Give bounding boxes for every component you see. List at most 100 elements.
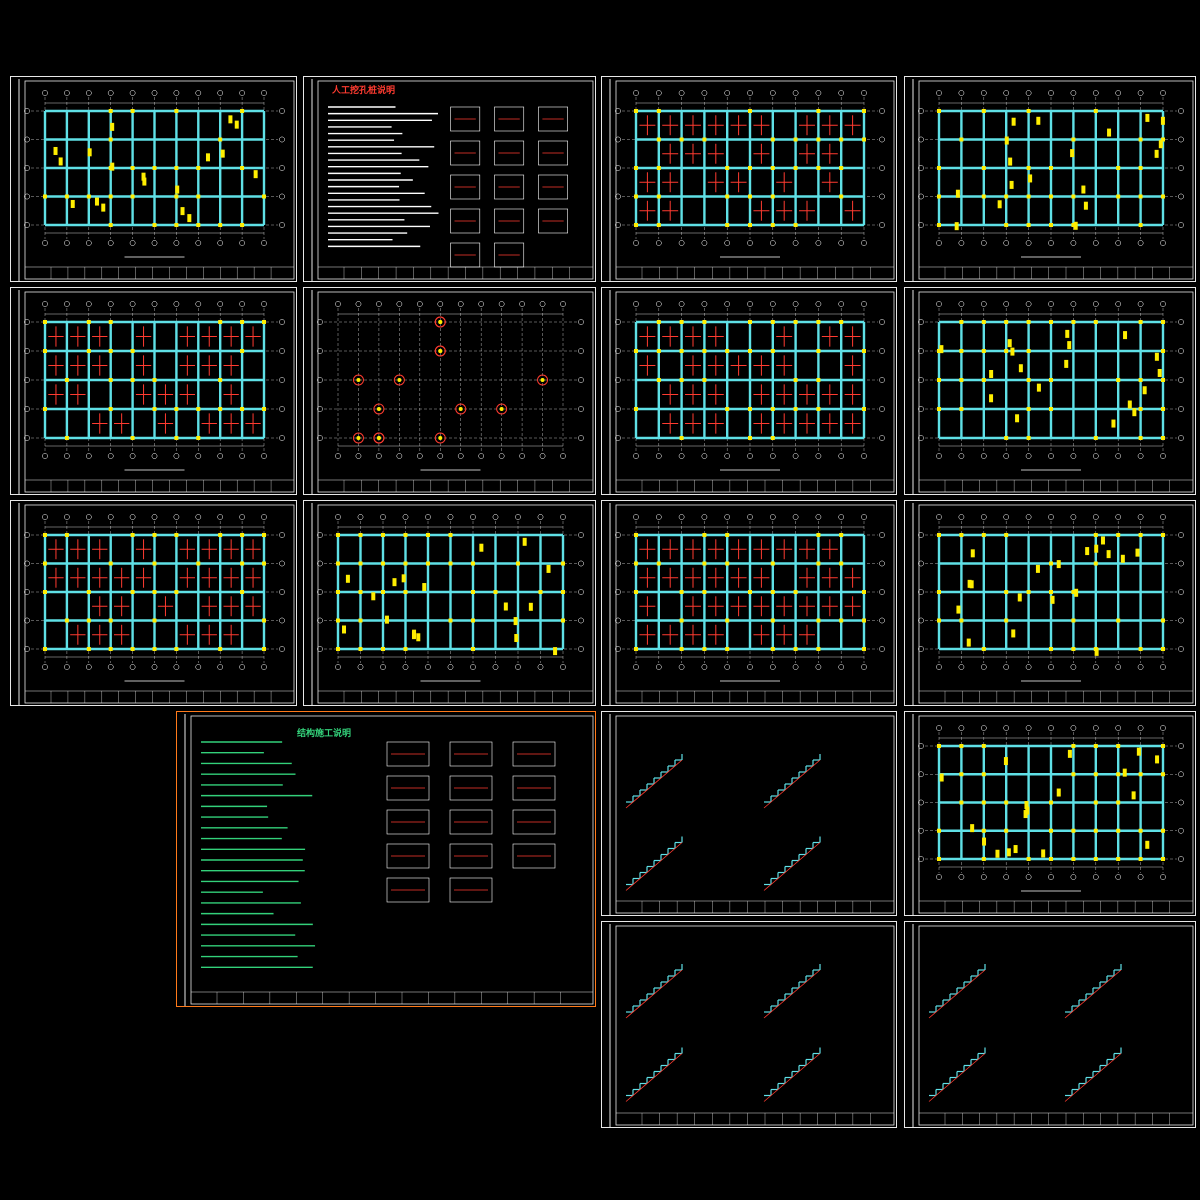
sheet-general-notes[interactable]: 结构施工说明 bbox=[176, 711, 596, 1007]
column-marker-icon bbox=[981, 647, 986, 651]
column-marker-icon bbox=[448, 533, 453, 537]
axis-bubble-icon bbox=[279, 377, 285, 383]
beam-tag bbox=[997, 200, 1002, 209]
column-marker-icon bbox=[725, 223, 730, 227]
axis-bubble-icon bbox=[1178, 136, 1184, 143]
column-marker-icon bbox=[403, 647, 408, 651]
sheet-roof-beam-plan[interactable] bbox=[904, 500, 1196, 706]
sheet-stair-details-1[interactable] bbox=[601, 711, 897, 916]
beam-tag bbox=[503, 602, 508, 611]
axis-bubble-icon bbox=[936, 90, 942, 96]
stair-rebar bbox=[928, 1053, 986, 1102]
column-marker-icon bbox=[1026, 378, 1031, 382]
axis-bubble-icon bbox=[217, 301, 224, 307]
sheet-slab-plan-2[interactable] bbox=[10, 287, 297, 495]
column-marker-icon bbox=[634, 194, 638, 199]
column-marker-icon bbox=[770, 223, 775, 227]
column-marker-icon bbox=[839, 166, 844, 170]
axis-bubble-icon bbox=[425, 514, 431, 520]
sheet-slab-plan-3[interactable] bbox=[10, 500, 297, 706]
axis-bubble-icon bbox=[42, 514, 48, 520]
column-marker-icon bbox=[152, 533, 157, 537]
column-marker-icon bbox=[770, 194, 775, 199]
axis-bubble-icon bbox=[1003, 301, 1010, 307]
column-marker-icon bbox=[240, 349, 245, 353]
sheet-stair-plan-beam[interactable] bbox=[904, 711, 1196, 916]
column-marker-icon bbox=[426, 533, 430, 537]
axis-bubble-icon bbox=[1070, 90, 1077, 96]
sheet-pile-notes[interactable]: 人工挖孔桩说明 bbox=[303, 76, 596, 282]
axis-bubble-icon bbox=[402, 664, 409, 670]
column-marker-icon bbox=[839, 533, 844, 537]
column-marker-icon bbox=[679, 618, 684, 623]
column-marker-icon bbox=[1049, 857, 1053, 861]
column-marker-icon bbox=[358, 533, 363, 537]
column-marker-icon bbox=[937, 378, 941, 382]
sheet-pile-layout-plan[interactable] bbox=[303, 287, 596, 495]
axis-bubble-icon bbox=[578, 435, 584, 441]
column-marker-icon bbox=[793, 166, 798, 170]
column-marker-icon bbox=[196, 194, 201, 199]
column-marker-icon bbox=[862, 137, 866, 142]
column-marker-icon bbox=[793, 223, 798, 227]
sheet-floor-beam-plan-1[interactable] bbox=[904, 76, 1196, 282]
axis-bubble-icon bbox=[1048, 664, 1054, 670]
axis-bubble-icon bbox=[107, 301, 114, 307]
axis-bubble-icon bbox=[958, 514, 965, 520]
column-marker-icon bbox=[770, 349, 775, 353]
column-marker-icon bbox=[793, 320, 798, 324]
column-marker-icon bbox=[1071, 194, 1076, 199]
axis-bubble-icon bbox=[769, 514, 776, 520]
column-marker-icon bbox=[1138, 137, 1143, 142]
beam-tag bbox=[1127, 400, 1132, 409]
beam-tag bbox=[1145, 113, 1150, 122]
beam-tag bbox=[1135, 548, 1140, 557]
axis-bubble-icon bbox=[1025, 90, 1032, 96]
column-marker-icon bbox=[1071, 618, 1076, 623]
axis-bubble-icon bbox=[64, 453, 70, 459]
plan-drawing bbox=[311, 290, 594, 494]
sheet-stair-sections[interactable] bbox=[601, 921, 897, 1128]
column-marker-icon bbox=[1161, 137, 1165, 142]
sheet-floor-slab-plan-1[interactable] bbox=[601, 76, 897, 282]
column-marker-icon bbox=[538, 590, 543, 594]
column-marker-icon bbox=[1071, 137, 1076, 142]
pile-core bbox=[356, 378, 361, 382]
axis-bubble-icon bbox=[1115, 240, 1122, 246]
axis-bubble-icon bbox=[678, 664, 685, 670]
column-marker-icon bbox=[702, 349, 707, 353]
beam-tag bbox=[228, 115, 233, 124]
sheet-floor-beam-plan-2[interactable] bbox=[904, 287, 1196, 495]
beam-tag bbox=[1036, 383, 1041, 392]
beam-tag bbox=[970, 824, 975, 833]
column-marker-icon bbox=[174, 533, 179, 537]
column-marker-icon bbox=[937, 618, 941, 623]
sheet-beam-plan-3[interactable] bbox=[303, 500, 596, 706]
axis-bubble-icon bbox=[1092, 453, 1099, 459]
axis-bubble-icon bbox=[936, 514, 942, 520]
column-marker-icon bbox=[86, 647, 91, 651]
axis-bubble-icon bbox=[747, 301, 753, 307]
inner-border bbox=[615, 715, 895, 914]
axis-bubble-icon bbox=[678, 514, 685, 520]
column-marker-icon bbox=[218, 223, 223, 227]
beam-tag bbox=[1009, 180, 1014, 189]
column-marker-icon bbox=[679, 137, 684, 142]
sheet-floor-slab-plan-2[interactable] bbox=[601, 287, 897, 495]
axis-bubble-icon bbox=[861, 240, 867, 246]
column-marker-icon bbox=[1004, 828, 1009, 833]
column-marker-icon bbox=[981, 828, 986, 833]
column-marker-icon bbox=[679, 436, 684, 440]
column-marker-icon bbox=[403, 533, 408, 537]
column-marker-icon bbox=[1161, 320, 1165, 324]
column-marker-icon bbox=[1004, 533, 1009, 537]
axis-bubble-icon bbox=[980, 453, 987, 459]
sheet-foundation-beam-plan-1[interactable] bbox=[10, 76, 297, 282]
sheet-stair-details-2[interactable] bbox=[904, 921, 1196, 1128]
axis-bubble-icon bbox=[239, 453, 245, 459]
column-marker-icon bbox=[634, 561, 638, 566]
column-marker-icon bbox=[218, 137, 223, 142]
axis-bubble-icon bbox=[42, 301, 48, 307]
sheet-roof-slab-plan[interactable] bbox=[601, 500, 897, 706]
beam-tag bbox=[416, 633, 421, 642]
